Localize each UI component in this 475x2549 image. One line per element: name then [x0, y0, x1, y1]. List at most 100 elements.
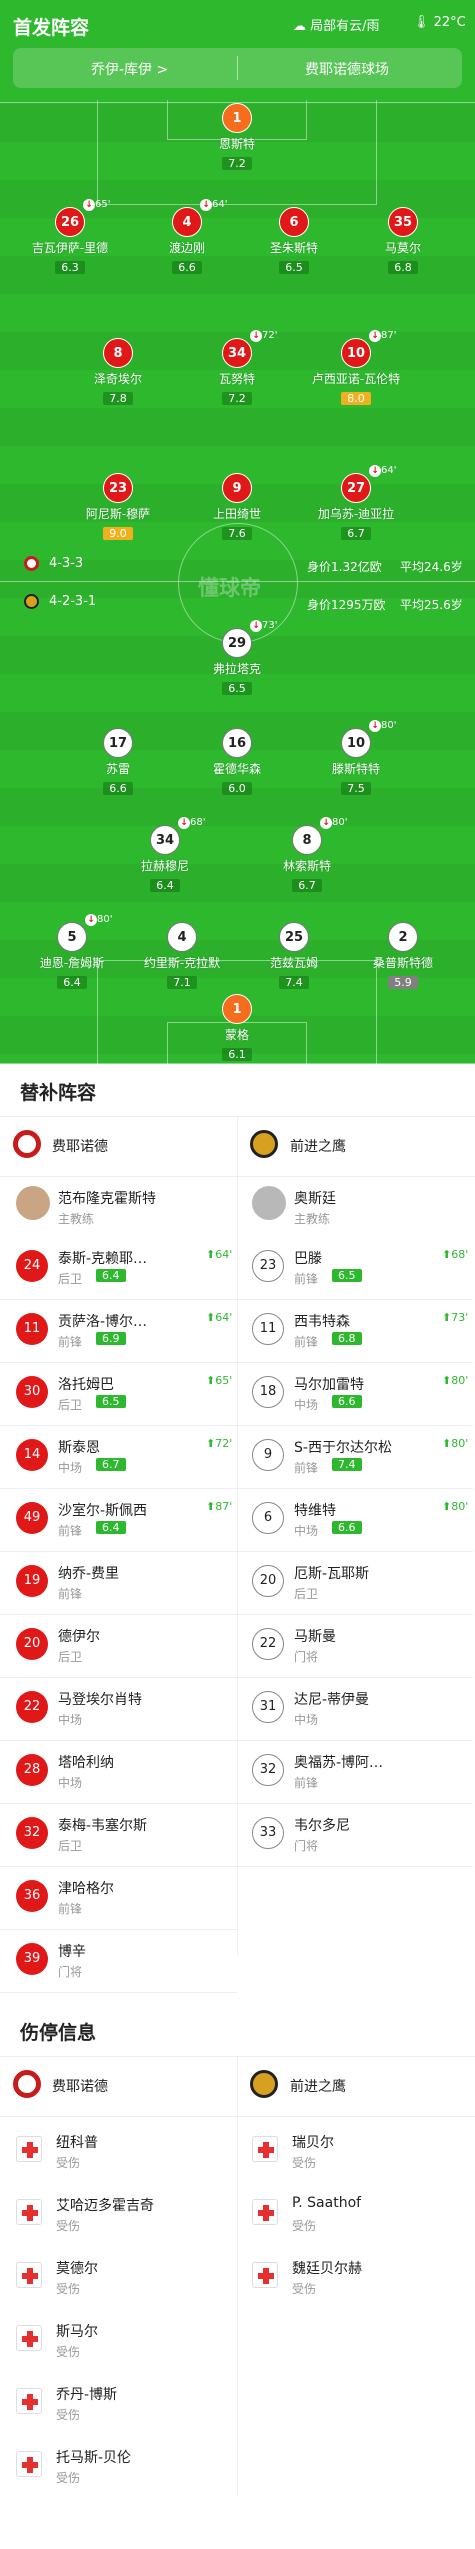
home-player[interactable]: 9 上田绮世 7.6: [187, 473, 287, 541]
away-player[interactable]: 10 滕斯特特 7.5 ↓ 80': [306, 720, 406, 796]
home-sub-row[interactable]: 39 博辛 门将: [16, 1933, 226, 1995]
home-player[interactable]: 1 恩斯特 7.2: [187, 103, 287, 171]
player-position: 后卫: [58, 1398, 83, 1412]
away-player[interactable]: 2 桑普斯特德 5.9: [353, 922, 453, 990]
home-sub-row[interactable]: 22 马登埃尔肖特 中场: [16, 1681, 226, 1743]
away-player[interactable]: 29 弗拉塔克 6.5 ↓ 73': [187, 620, 287, 696]
home-player[interactable]: 35 马莫尔 6.8: [353, 207, 453, 275]
player-name: 瓦努特: [218, 372, 255, 386]
player-name: 斯泰恩: [58, 1440, 100, 1456]
player-name: S-西于尔达尔松: [294, 1440, 392, 1456]
home-sub-row[interactable]: 24 泰斯-克赖耶… 后卫 6.4 ⬆64': [16, 1240, 232, 1302]
home-injury-row[interactable]: 托马斯-贝伦 受伤: [16, 2435, 236, 2497]
away-player[interactable]: 25 范兹瓦姆 7.4: [244, 922, 344, 990]
player-name: 博辛: [58, 1944, 86, 1960]
home-injury-row[interactable]: 莫德尔 受伤: [16, 2246, 236, 2308]
player-position: 门将: [294, 1839, 319, 1853]
away-player[interactable]: 16 霍德华森 6.0: [187, 728, 287, 796]
jersey-number: 4: [167, 922, 197, 952]
player-name: 厄斯-瓦耶斯: [294, 1566, 370, 1582]
go-ahead-eagles-logo-icon: [250, 1130, 278, 1158]
player-rating: 6.0: [222, 782, 252, 795]
jersey-number: 35: [388, 207, 418, 237]
jersey-number: 10: [341, 728, 371, 758]
home-coach-link[interactable]: 乔伊-库伊 >: [91, 59, 168, 79]
away-player[interactable]: 17 苏雷 6.6: [68, 728, 168, 796]
home-sub-row[interactable]: 49 沙室尔-斯佩西 前锋 6.4 ⬆87': [16, 1492, 232, 1554]
away-sub-row[interactable]: 18 马尔加雷特 中场 6.6 ⬆80': [252, 1366, 468, 1428]
home-player[interactable]: 26 吉瓦伊萨-里德 6.3 ↓ 65': [20, 199, 120, 275]
player-rating: 7.8: [103, 392, 133, 405]
away-sub-row[interactable]: 6 特维特 中场 6.6 ⬆80': [252, 1492, 468, 1554]
away-player[interactable]: 5 迪恩-詹姆斯 6.4 ↓ 80': [22, 914, 122, 990]
home-sub-row[interactable]: 32 泰梅-韦塞尔斯 后卫: [16, 1807, 226, 1869]
medical-kit-icon: [16, 2451, 42, 2477]
away-sub-row[interactable]: 33 韦尔多尼 门将: [252, 1807, 462, 1869]
home-player[interactable]: 10 卢西亚诺-瓦伦特 8.0 ↓ 87': [306, 330, 406, 406]
jersey-number: 6: [252, 1502, 284, 1534]
away-sub-row[interactable]: 11 西韦特森 前锋 6.8 ⬆73': [252, 1303, 468, 1365]
player-position: 中场: [294, 1524, 319, 1538]
away-injury-row[interactable]: 瑞贝尔 受伤: [252, 2120, 472, 2182]
home-player[interactable]: 4 渡边刚 6.6 ↓ 64': [137, 199, 237, 275]
away-injury-row[interactable]: 魏廷贝尔赫 受伤: [252, 2246, 472, 2308]
away-sub-row[interactable]: 20 厄斯-瓦耶斯 后卫: [252, 1555, 462, 1617]
home-player[interactable]: 23 阿尼斯-穆萨 9.0: [68, 473, 168, 541]
player-rating: 6.7: [292, 879, 322, 892]
away-player[interactable]: 4 约里斯-克拉默 7.1: [132, 922, 232, 990]
player-name: 塔哈利纳: [58, 1755, 114, 1771]
home-injury-row[interactable]: 艾哈迈多霍吉奇 受伤: [16, 2183, 236, 2245]
sub-off-icon: ↓: [369, 465, 381, 477]
jersey-number: 9: [222, 473, 252, 503]
player-name: 滕斯特特: [331, 762, 380, 776]
home-sub-row[interactable]: 14 斯泰恩 中场 6.7 ⬆72': [16, 1429, 232, 1491]
sub-off-minute: ↓ 64': [200, 199, 227, 211]
home-sub-row[interactable]: 20 德伊尔 后卫: [16, 1618, 226, 1680]
home-injury-row[interactable]: 纽科普 受伤: [16, 2120, 236, 2182]
home-sub-row[interactable]: 30 洛托姆巴 后卫 6.5 ⬆65': [16, 1366, 232, 1428]
away-player[interactable]: 34 拉赫穆尼 6.4 ↓ 68': [115, 817, 215, 893]
medical-kit-icon: [252, 2262, 278, 2288]
home-player[interactable]: 27 加乌苏-迪亚拉 6.7 ↓ 64': [306, 465, 406, 541]
jersey-number: 6: [279, 207, 309, 237]
away-sub-row[interactable]: 32 奥福苏-博阿… 前锋: [252, 1744, 462, 1806]
player-name: 卢西亚诺-瓦伦特: [311, 372, 401, 386]
home-sub-row[interactable]: 11 贡萨洛-博尔… 前锋 6.9 ⬆64': [16, 1303, 232, 1365]
jersey-number: 1: [222, 103, 252, 133]
away-coach-row[interactable]: 奥斯廷 主教练: [252, 1180, 462, 1242]
avatar: [16, 1186, 50, 1220]
player-name: 魏廷贝尔赫: [292, 2261, 362, 2277]
medical-kit-icon: [252, 2136, 278, 2162]
player-name: 霍德华森: [212, 762, 261, 776]
home-coach-row[interactable]: 范布隆克霍斯特 主教练: [16, 1180, 226, 1242]
player-rating: 6.5: [222, 682, 252, 695]
sub-on-minute: ⬆87': [206, 1500, 233, 1513]
home-sub-row[interactable]: 36 津哈格尔 前锋: [16, 1870, 226, 1932]
away-player[interactable]: 1 蒙格 6.1: [187, 994, 287, 1062]
sub-off-icon: ↓: [320, 817, 332, 829]
player-name: 弗拉塔克: [212, 662, 261, 676]
home-injury-row[interactable]: 乔丹-博斯 受伤: [16, 2372, 236, 2434]
home-player[interactable]: 6 圣朱斯特 6.5: [244, 207, 344, 275]
away-avg-age: 平均25.6岁: [400, 598, 463, 612]
player-name: 斯马尔: [56, 2324, 98, 2340]
jersey-number: 36: [16, 1880, 48, 1912]
home-player[interactable]: 34 瓦努特 7.2 ↓ 72': [187, 330, 287, 406]
home-sub-row[interactable]: 28 塔哈利纳 中场: [16, 1744, 226, 1806]
player-rating: 6.4: [57, 976, 87, 989]
away-sub-row[interactable]: 23 巴滕 前锋 6.5 ⬆68': [252, 1240, 468, 1302]
away-injury-row[interactable]: P. Saathof 受伤: [252, 2183, 472, 2245]
player-name: 达尼-蒂伊曼: [294, 1692, 370, 1708]
away-player[interactable]: 8 林索斯特 6.7 ↓ 80': [257, 817, 357, 893]
home-injury-row[interactable]: 斯马尔 受伤: [16, 2309, 236, 2371]
away-sub-row[interactable]: 22 马斯曼 门将: [252, 1618, 462, 1680]
player-position: 前锋: [58, 1587, 83, 1601]
player-rating: 6.6: [332, 1521, 362, 1534]
jersey-number: 22: [252, 1628, 284, 1660]
home-player[interactable]: 8 泽奇埃尔 7.8: [68, 338, 168, 406]
away-sub-row[interactable]: 9 S-西于尔达尔松 前锋 7.4 ⬆80': [252, 1429, 468, 1491]
home-sub-row[interactable]: 19 纳乔-费里 前锋: [16, 1555, 226, 1617]
subs-home-team: 费耶诺德: [52, 1139, 108, 1155]
coach-role: 主教练: [58, 1212, 95, 1226]
away-sub-row[interactable]: 31 达尼-蒂伊曼 中场: [252, 1681, 462, 1743]
